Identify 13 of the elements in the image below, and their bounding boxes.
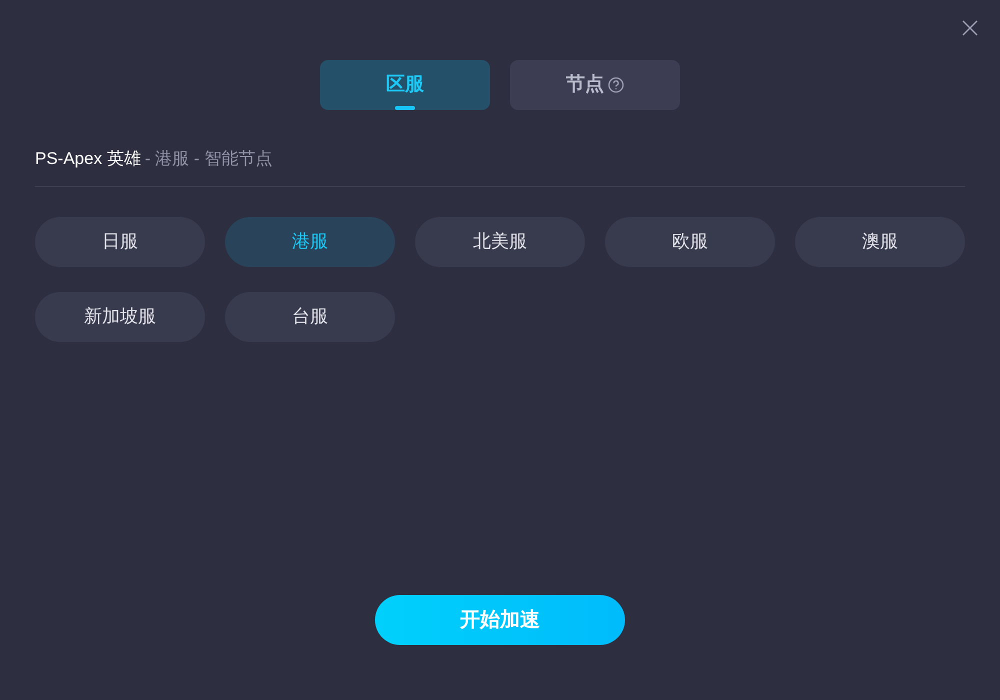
region-button[interactable]: 台服	[225, 292, 395, 342]
region-button[interactable]: 欧服	[605, 216, 775, 266]
close-button[interactable]	[962, 20, 978, 36]
region-button[interactable]: 新加坡服	[35, 292, 205, 342]
tab[interactable]: 节点	[510, 60, 680, 110]
region-button[interactable]: 港服	[225, 216, 395, 266]
region-button[interactable]: 澳服	[795, 216, 965, 266]
tab-indicator	[395, 106, 415, 110]
tab[interactable]: 区服	[320, 60, 490, 110]
region-button[interactable]: 日服	[35, 216, 205, 266]
selection-path: - 港服 - 智能节点	[144, 148, 272, 170]
region-button[interactable]: 北美服	[415, 216, 585, 266]
game-name: PS-Apex 英雄	[35, 148, 141, 170]
